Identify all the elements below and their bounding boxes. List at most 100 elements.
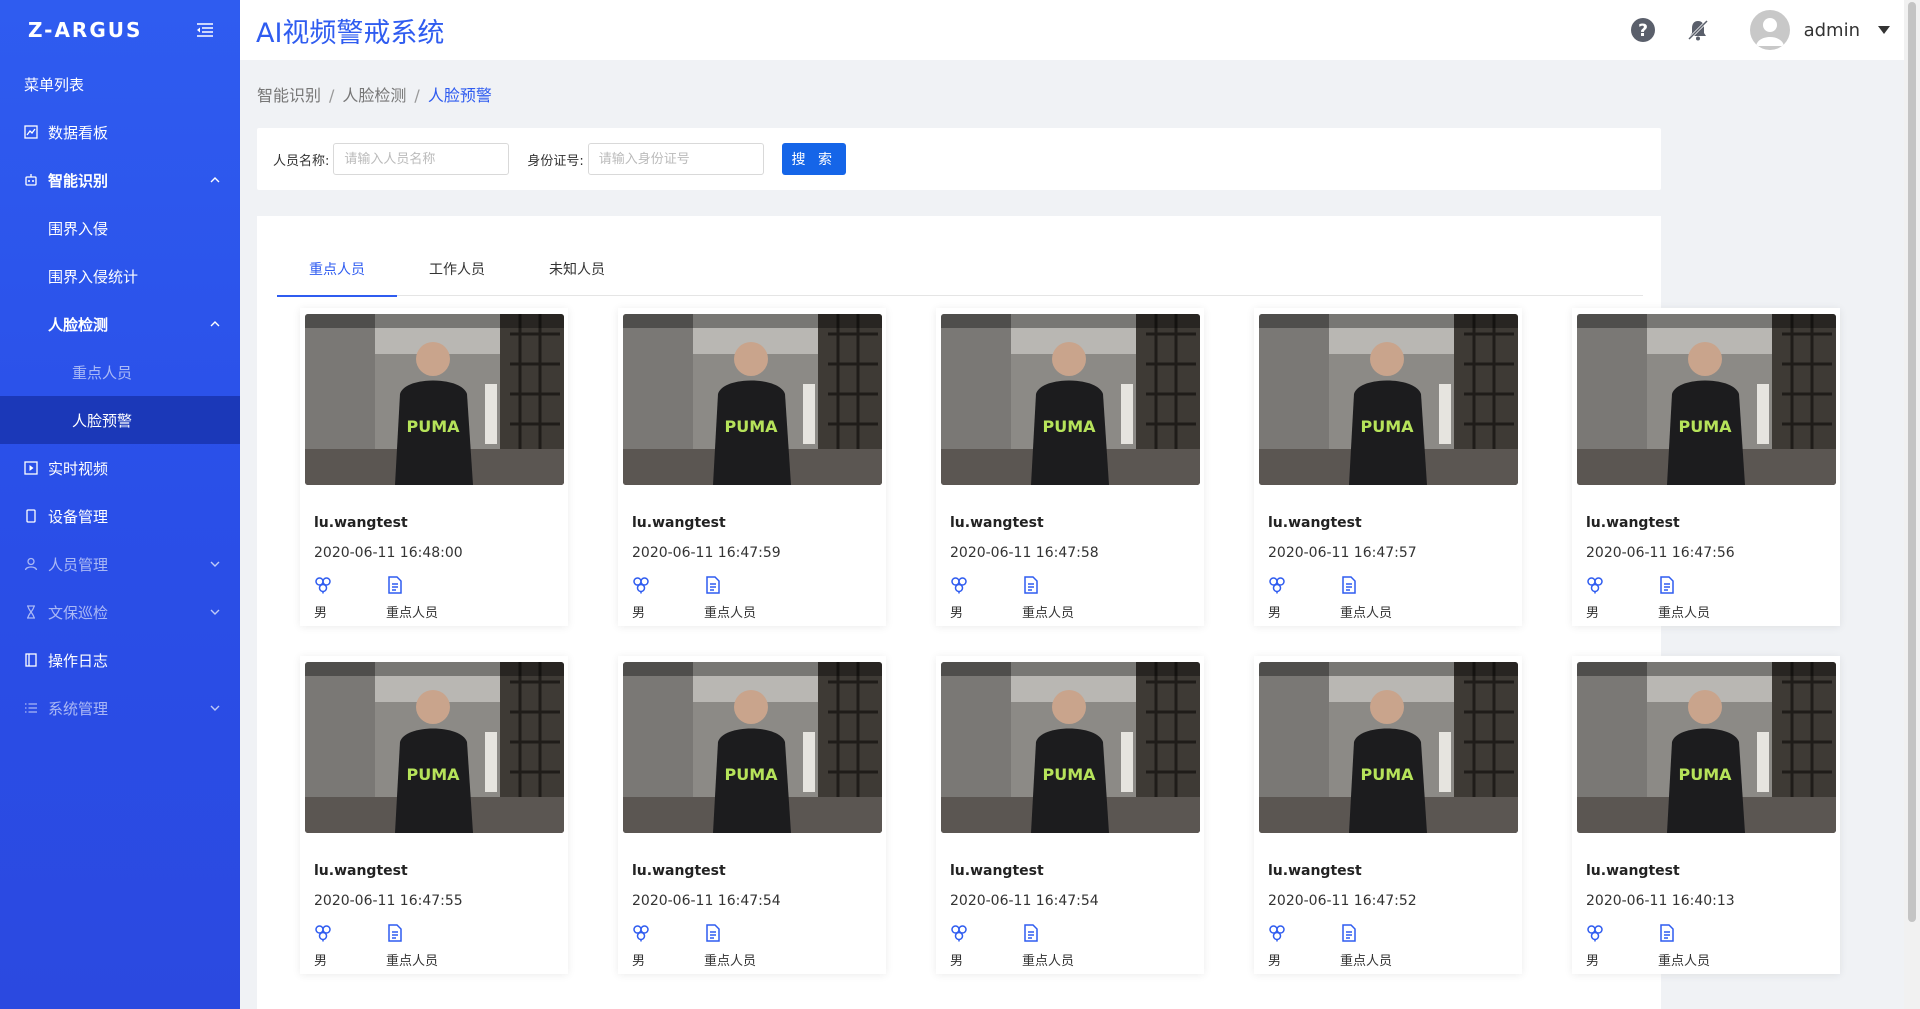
person-name: lu.wangtest — [1268, 863, 1362, 879]
person-name: lu.wangtest — [632, 515, 726, 531]
list-icon — [25, 703, 37, 713]
alert-card[interactable]: PUMA lu.wangtest 2020-06-11 16:47:54 男 重… — [618, 656, 886, 974]
svg-text:PUMA: PUMA — [1360, 765, 1414, 784]
svg-text:PUMA: PUMA — [1678, 765, 1732, 784]
alert-time: 2020-06-11 16:40:13 — [1586, 893, 1735, 909]
gender-value: 男 — [632, 954, 646, 969]
alert-card[interactable]: PUMA lu.wangtest 2020-06-11 16:47:56 男 重… — [1572, 308, 1840, 626]
top-header: AI视频警戒系统 ? admin — [240, 0, 1920, 1009]
search-button[interactable]: 搜 索 — [781, 143, 846, 175]
gender-icon — [633, 577, 649, 594]
alert-card[interactable]: PUMA lu.wangtest 2020-06-11 16:47:58 男 重… — [936, 308, 1204, 626]
alert-card[interactable]: PUMA lu.wangtest 2020-06-11 16:47:57 男 重… — [1254, 308, 1522, 626]
snapshot-image[interactable]: PUMA — [623, 662, 882, 833]
alert-time: 2020-06-11 16:47:56 — [1586, 545, 1735, 561]
scrollbar-thumb[interactable] — [1908, 2, 1916, 922]
sidebar-item-label: 人脸预警 — [72, 411, 133, 430]
help-icon[interactable]: ? — [1630, 17, 1656, 43]
menu-collapse-icon[interactable] — [196, 23, 214, 37]
alert-time: 2020-06-11 16:47:55 — [314, 893, 463, 909]
gender-icon — [1587, 577, 1603, 594]
alert-card[interactable]: PUMA lu.wangtest 2020-06-11 16:40:13 男 重… — [1572, 656, 1840, 974]
alert-card[interactable]: PUMA lu.wangtest 2020-06-11 16:47:59 男 重… — [618, 308, 886, 626]
sidebar-item-label: 文保巡检 — [48, 603, 109, 622]
alert-card[interactable]: PUMA lu.wangtest 2020-06-11 16:47:55 男 重… — [300, 656, 568, 974]
alert-card[interactable]: PUMA lu.wangtest 2020-06-11 16:48:00 男 重… — [300, 308, 568, 626]
person-type-value: 重点人员 — [1658, 954, 1711, 969]
caret-down-icon[interactable] — [1878, 26, 1890, 34]
document-icon — [1024, 576, 1038, 594]
gender-icon — [951, 925, 967, 942]
id-number-input[interactable] — [587, 143, 764, 175]
sidebar-item-label: 数据看板 — [48, 123, 109, 142]
person-type-value: 重点人员 — [1340, 606, 1393, 621]
snapshot-image[interactable]: PUMA — [623, 314, 882, 485]
snapshot-image[interactable]: PUMA — [305, 662, 564, 833]
svg-text:?: ? — [1638, 21, 1648, 41]
person-type-value: 重点人员 — [1340, 954, 1393, 969]
snapshot-image[interactable]: PUMA — [941, 314, 1200, 485]
tab-staff[interactable]: 工作人员 — [397, 242, 517, 296]
snapshot-image[interactable]: PUMA — [1259, 662, 1518, 833]
alert-time: 2020-06-11 16:47:58 — [950, 545, 1099, 561]
svg-text:PUMA: PUMA — [1042, 417, 1096, 436]
person-type-value: 重点人员 — [386, 954, 439, 969]
user-avatar-icon — [1755, 18, 1784, 46]
robot-icon — [25, 174, 37, 186]
avatar[interactable] — [1749, 10, 1790, 50]
app-logo: Z-ARGUS — [28, 18, 143, 42]
sidebar-item-device-mgmt[interactable]: 设备管理 — [0, 492, 240, 540]
sidebar-item-label: 人员管理 — [48, 555, 109, 574]
play-icon — [24, 461, 38, 475]
snapshot-image[interactable]: PUMA — [305, 314, 564, 485]
alert-time: 2020-06-11 16:47:57 — [1268, 545, 1417, 561]
person-name: lu.wangtest — [1268, 515, 1362, 531]
sidebar-item-perimeter-stats[interactable]: 围界入侵统计 — [0, 252, 240, 300]
snapshot-image[interactable]: PUMA — [1259, 314, 1518, 485]
user-name[interactable]: admin — [1804, 20, 1860, 41]
sidebar-item-face-alert[interactable]: 人脸预警 — [0, 396, 240, 444]
gender-icon — [1269, 925, 1285, 942]
tab-key-persons[interactable]: 重点人员 — [277, 242, 397, 297]
sidebar-item-dashboard[interactable]: 数据看板 — [0, 108, 240, 156]
snapshot-image[interactable]: PUMA — [1577, 314, 1836, 485]
bell-off-icon[interactable] — [1686, 18, 1710, 42]
tab-unknown[interactable]: 未知人员 — [517, 242, 637, 296]
sidebar-item-live-video[interactable]: 实时视频 — [0, 444, 240, 492]
person-name-input[interactable] — [333, 143, 510, 175]
sidebar-item-label: 围界入侵统计 — [48, 267, 139, 286]
snapshot-image[interactable]: PUMA — [941, 662, 1200, 833]
breadcrumb-item[interactable]: 智能识别 — [257, 86, 321, 105]
gender-value: 男 — [632, 606, 646, 621]
scrollbar[interactable] — [1904, 0, 1920, 1009]
sidebar-item-face-detection[interactable]: 人脸检测 — [0, 300, 240, 348]
sidebar-item-key-persons[interactable]: 重点人员 — [0, 348, 240, 396]
person-type-value: 重点人员 — [386, 606, 439, 621]
alert-card[interactable]: PUMA lu.wangtest 2020-06-11 16:47:52 男 重… — [1254, 656, 1522, 974]
sidebar-item-system-mgmt[interactable]: 系统管理 — [0, 684, 240, 732]
document-icon — [1660, 576, 1674, 594]
document-icon — [706, 924, 720, 942]
person-name: lu.wangtest — [950, 515, 1044, 531]
sidebar: Z-ARGUS 菜单列表 数据看板 智能识别 围界入侵 围界入侵统计 人脸检测 … — [0, 0, 240, 1009]
alert-card[interactable]: PUMA lu.wangtest 2020-06-11 16:47:54 男 重… — [936, 656, 1204, 974]
sidebar-item-personnel-mgmt[interactable]: 人员管理 — [0, 540, 240, 588]
person-name: lu.wangtest — [632, 863, 726, 879]
sidebar-item-label: 人脸检测 — [48, 315, 109, 334]
gender-value: 男 — [314, 606, 328, 621]
sidebar-item-perimeter-intrusion[interactable]: 围界入侵 — [0, 204, 240, 252]
breadcrumb-item[interactable]: 人脸检测 — [342, 86, 406, 105]
snapshot-image[interactable]: PUMA — [1577, 662, 1836, 833]
tab-bar: 重点人员 工作人员 未知人员 — [277, 242, 1643, 297]
sidebar-item-label: 重点人员 — [72, 363, 133, 382]
document-icon — [388, 924, 402, 942]
gender-value: 男 — [1586, 606, 1600, 621]
person-name: lu.wangtest — [950, 863, 1044, 879]
alert-card-grid: PUMA lu.wangtest 2020-06-11 16:48:00 男 重… — [300, 308, 1840, 974]
sidebar-item-smart-recognition[interactable]: 智能识别 — [0, 156, 240, 204]
sidebar-item-heritage-patrol[interactable]: 文保巡检 — [0, 588, 240, 636]
svg-text:PUMA: PUMA — [1360, 417, 1414, 436]
sidebar-item-operation-log[interactable]: 操作日志 — [0, 636, 240, 684]
sidebar-item-label: 设备管理 — [48, 507, 109, 526]
chevron-down-icon — [210, 561, 220, 567]
